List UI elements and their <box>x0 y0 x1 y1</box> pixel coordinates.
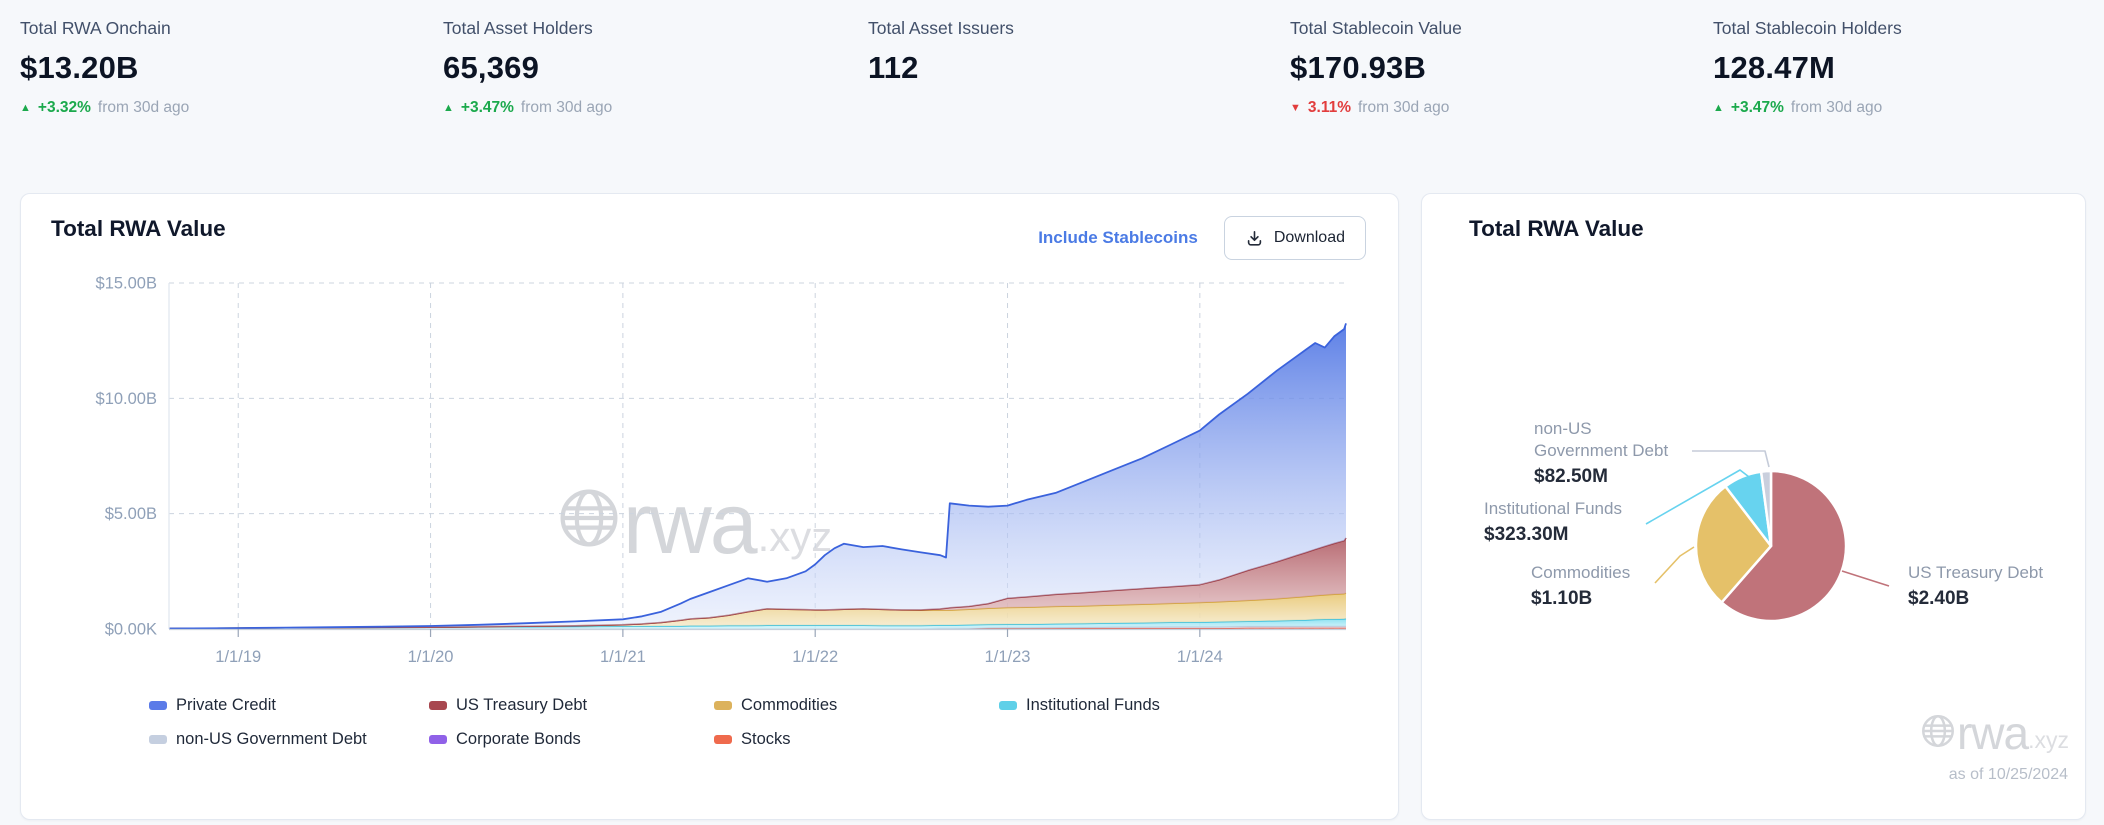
stat-delta: ▼ 3.11% from 30d ago <box>1290 98 1462 118</box>
delta-up-icon: ▲ <box>1713 101 1724 114</box>
stacked-area-chart[interactable]: 1/1/19 1/1/20 1/1/21 1/1/22 1/1/23 1/1/24 $15.… <box>21 194 1358 674</box>
delta-suffix: from 30d ago <box>97 99 190 116</box>
pie-label-commodities: Commodities $1.10B <box>1531 562 1630 611</box>
pie-slice-value: $323.30M <box>1484 524 1569 545</box>
pie-slice-value: $2.40B <box>1908 588 1970 609</box>
download-label: Download <box>1273 229 1345 246</box>
stat-value: 128.47M <box>1713 50 1836 85</box>
delta-down-icon: ▼ <box>1290 101 1301 114</box>
legend-swatch <box>714 735 732 744</box>
stat-delta: ▲ +3.32% from 30d ago <box>20 98 189 118</box>
pie-slice-name: Institutional Funds <box>1484 499 1622 518</box>
total-rwa-value-pie-card: Total RWA Value non-US Government Debt $… <box>1421 193 2086 820</box>
legend-item-non-us-government-debt[interactable]: non-US Government Debt <box>149 730 367 749</box>
download-icon <box>1247 230 1262 246</box>
delta-up-icon: ▲ <box>20 101 31 114</box>
pie-slice-name: Commodities <box>1531 563 1631 582</box>
legend-item-private-credit[interactable]: Private Credit <box>149 696 276 715</box>
legend-swatch <box>999 701 1017 710</box>
stat-label: Total Stablecoin Holders <box>1713 18 1902 38</box>
pie-slice-name: non-US Government Debt <box>1534 419 1669 460</box>
legend-item-institutional-funds[interactable]: Institutional Funds <box>999 696 1160 715</box>
legend-label: Commodities <box>741 696 838 714</box>
delta-percent: 3.11% <box>1307 99 1351 116</box>
svg-text:1/1/24: 1/1/24 <box>1177 648 1223 666</box>
stat-label: Total Asset Holders <box>443 18 593 38</box>
legend-item-stocks[interactable]: Stocks <box>714 730 791 749</box>
download-button[interactable]: Download <box>1223 216 1366 260</box>
delta-up-icon: ▲ <box>443 101 454 114</box>
stat-total-stablecoin-holders: Total Stablecoin Holders 128.47M ▲ +3.47… <box>1713 16 1902 118</box>
legend-label: Stocks <box>741 730 791 748</box>
stat-value: 65,369 <box>443 50 540 85</box>
include-stablecoins-link[interactable]: Include Stablecoins <box>1038 228 1198 248</box>
stat-delta: ▲ +3.47% from 30d ago <box>443 98 612 118</box>
stat-value: $13.20B <box>20 50 139 85</box>
legend-label: Institutional Funds <box>1026 696 1160 714</box>
stat-label: Total RWA Onchain <box>20 18 171 38</box>
svg-text:1/1/19: 1/1/19 <box>215 648 261 666</box>
legend-swatch <box>714 701 732 710</box>
stat-value: 112 <box>868 50 919 85</box>
delta-suffix: from 30d ago <box>1790 99 1883 116</box>
stat-total-asset-issuers: Total Asset Issuers 112 <box>868 16 1014 90</box>
svg-text:$15.00B: $15.00B <box>96 275 157 293</box>
pie-label-us-treasury-debt: US Treasury Debt $2.40B <box>1908 562 2043 611</box>
svg-text:$10.00B: $10.00B <box>96 390 157 408</box>
stat-total-rwa-onchain: Total RWA Onchain $13.20B ▲ +3.32% from … <box>20 16 189 118</box>
pie-slice-value: $82.50M <box>1534 466 1608 487</box>
stat-value: $170.93B <box>1290 50 1427 85</box>
legend-item-commodities[interactable]: Commodities <box>714 696 837 715</box>
stat-label: Total Stablecoin Value <box>1290 18 1462 38</box>
legend-swatch <box>149 735 167 744</box>
legend-label: Private Credit <box>176 696 276 714</box>
chart-header-actions: Include Stablecoins Download <box>1038 216 1366 260</box>
legend-label: non-US Government Debt <box>176 730 367 748</box>
stat-total-asset-holders: Total Asset Holders 65,369 ▲ +3.47% from… <box>443 16 612 118</box>
total-rwa-value-area-card: rwa .xyz 1/1/19 1/1/20 1/1/21 1/1/22 1/1/23 1… <box>20 193 1399 820</box>
stat-total-stablecoin-value: Total Stablecoin Value $170.93B ▼ 3.11% … <box>1290 16 1462 118</box>
delta-percent: +3.47% <box>1730 99 1784 116</box>
pie-label-non-us-government-debt: non-US Government Debt $82.50M <box>1534 418 1684 489</box>
svg-text:1/1/22: 1/1/22 <box>792 648 838 666</box>
legend-label: Corporate Bonds <box>456 730 581 748</box>
svg-text:$5.00B: $5.00B <box>105 505 157 523</box>
delta-percent: +3.47% <box>460 99 514 116</box>
stat-delta: ▲ +3.47% from 30d ago <box>1713 98 1902 118</box>
svg-text:1/1/23: 1/1/23 <box>985 648 1031 666</box>
pie-slice-value: $1.10B <box>1531 588 1593 609</box>
legend-swatch <box>149 701 167 710</box>
legend-item-us-treasury-debt[interactable]: US Treasury Debt <box>429 696 587 715</box>
rwa-dashboard: Total RWA Onchain $13.20B ▲ +3.32% from … <box>0 0 2104 825</box>
legend-swatch <box>429 701 447 710</box>
legend-item-corporate-bonds[interactable]: Corporate Bonds <box>429 730 581 749</box>
delta-percent: +3.32% <box>37 99 91 116</box>
stat-label: Total Asset Issuers <box>868 18 1014 38</box>
delta-suffix: from 30d ago <box>1358 99 1450 116</box>
chart-legend: Private Credit US Treasury Debt Commodit… <box>149 696 1349 766</box>
svg-text:1/1/20: 1/1/20 <box>408 648 454 666</box>
legend-swatch <box>429 735 447 744</box>
legend-label: US Treasury Debt <box>456 696 588 714</box>
svg-text:1/1/21: 1/1/21 <box>600 648 646 666</box>
svg-text:$0.00K: $0.00K <box>105 621 157 639</box>
delta-suffix: from 30d ago <box>520 99 613 116</box>
pie-slice-name: US Treasury Debt <box>1908 563 2044 582</box>
pie-label-institutional-funds: Institutional Funds $323.30M <box>1484 498 1622 547</box>
